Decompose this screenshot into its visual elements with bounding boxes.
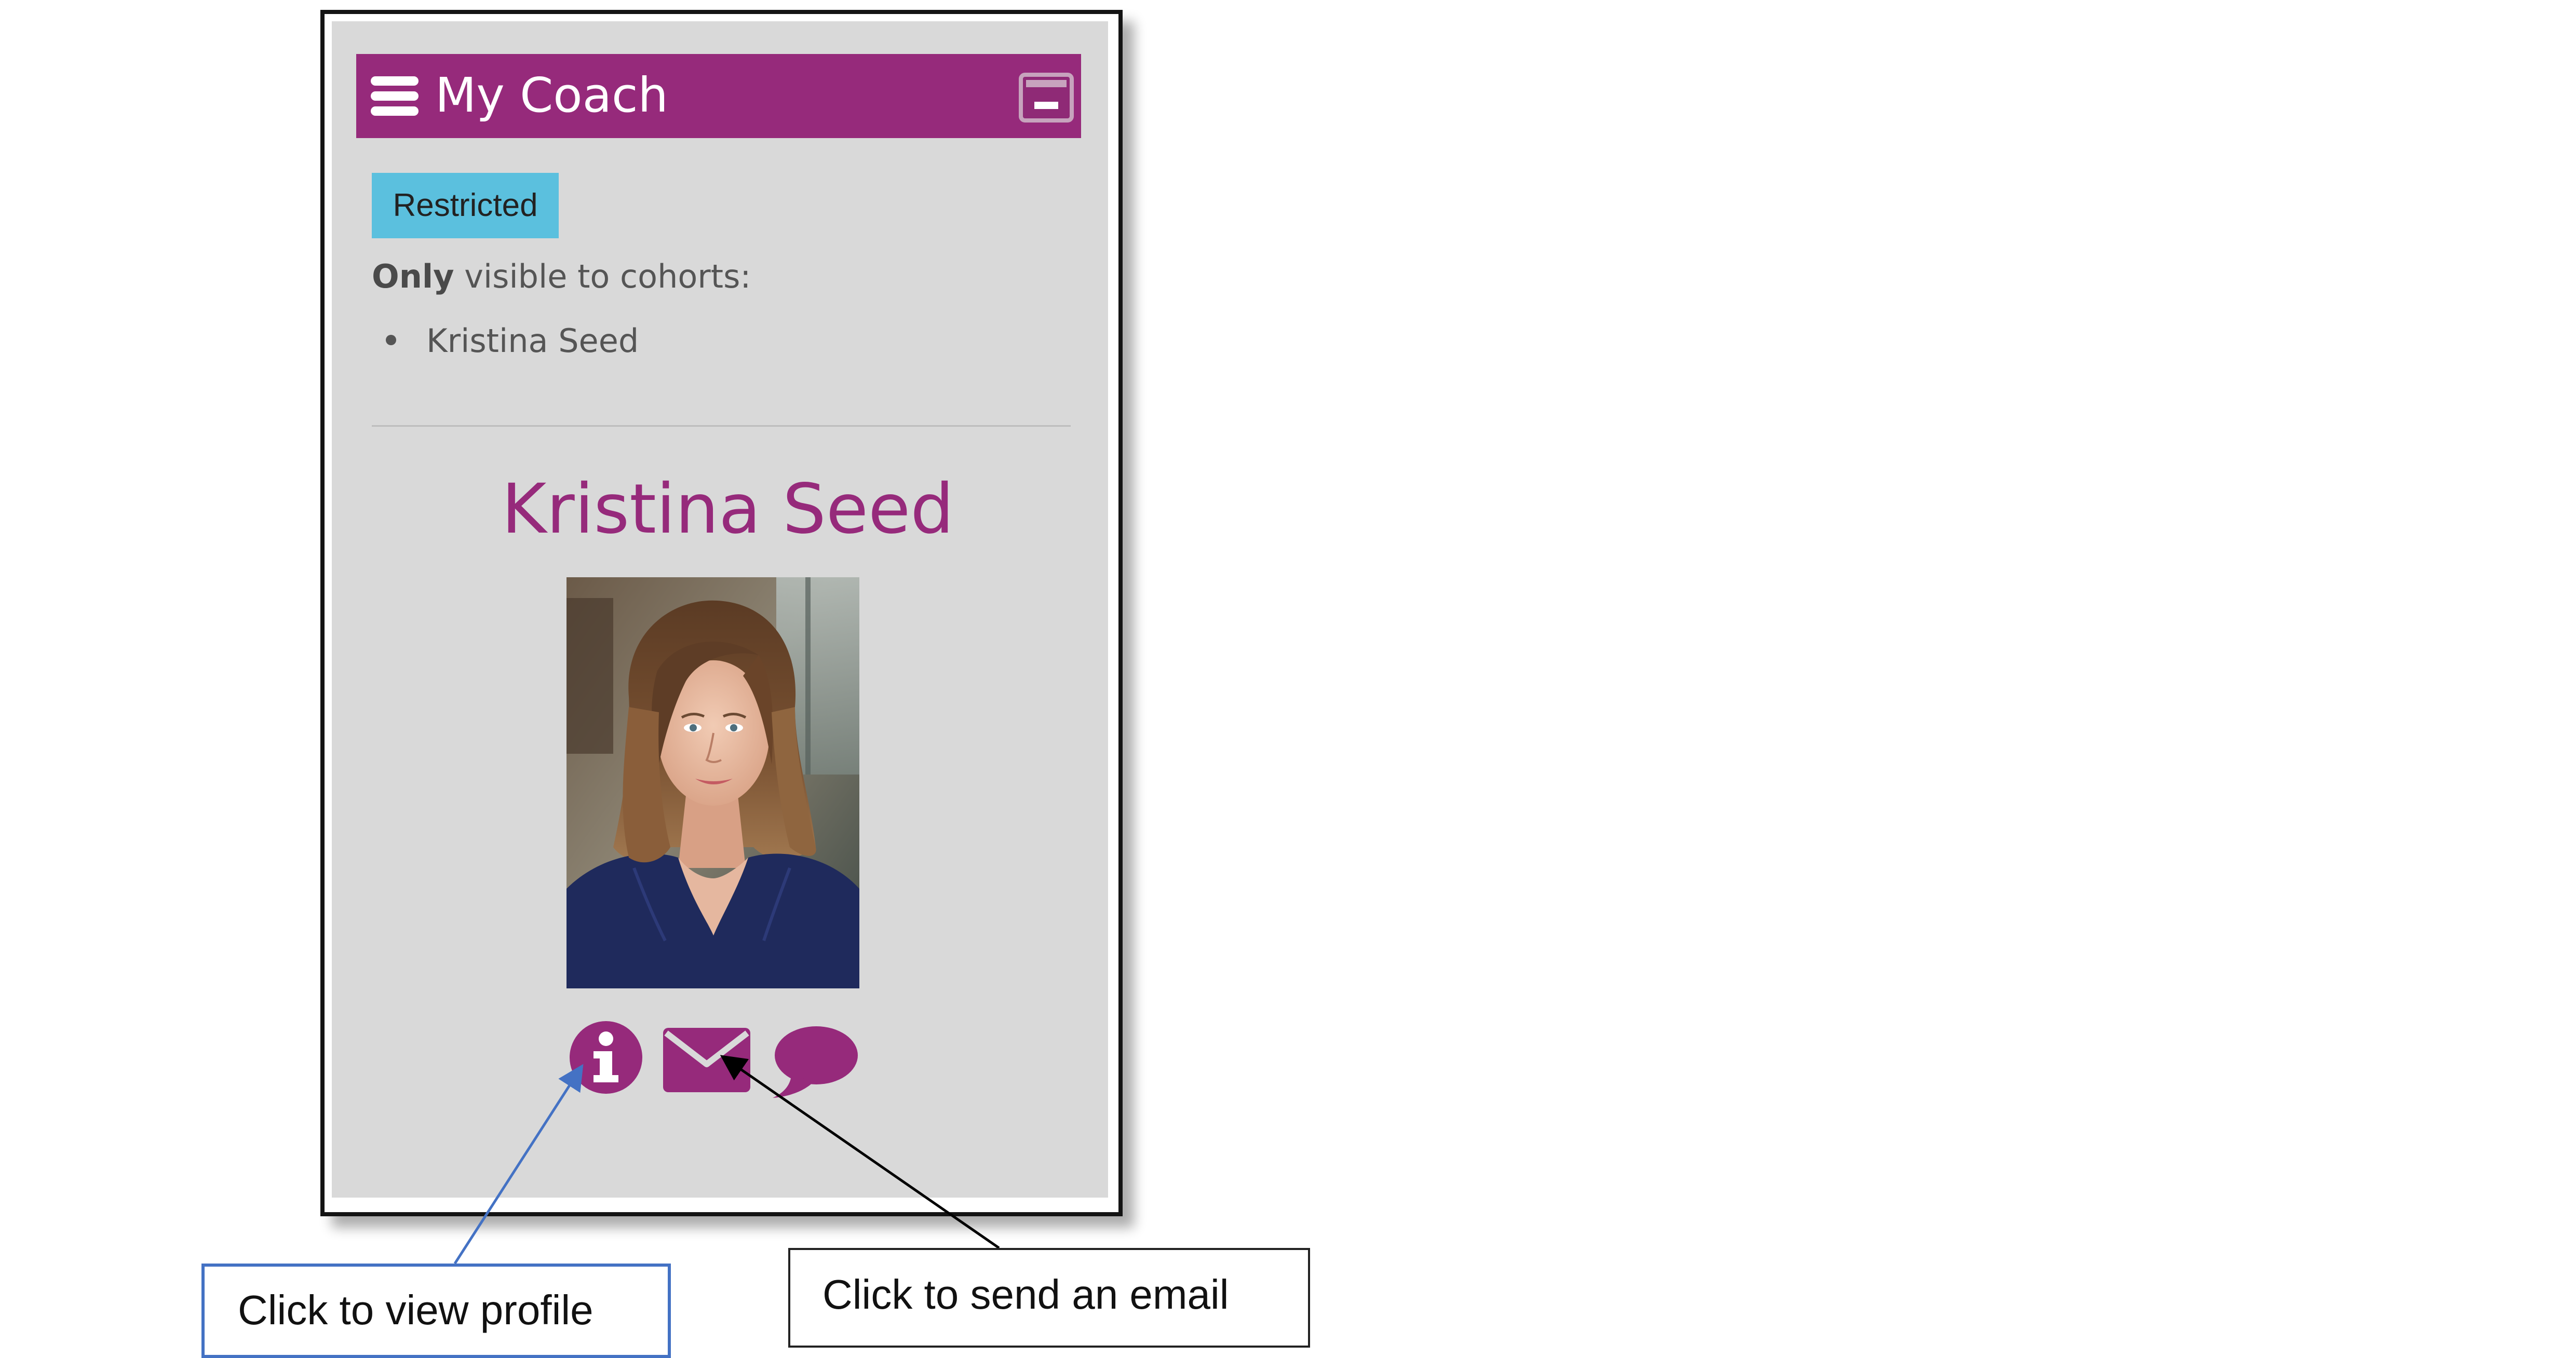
restricted-badge: Restricted bbox=[372, 173, 559, 238]
visibility-description: Only visible to cohorts: bbox=[372, 256, 751, 297]
info-icon[interactable] bbox=[569, 1020, 643, 1095]
hamburger-icon[interactable] bbox=[371, 76, 419, 116]
widget-header: My Coach bbox=[356, 54, 1081, 138]
profile-callout: Click to view profile bbox=[201, 1264, 671, 1358]
cohort-list-item: Kristina Seed bbox=[386, 320, 639, 362]
envelope-icon[interactable] bbox=[663, 1028, 750, 1092]
section-divider bbox=[372, 425, 1071, 427]
coach-photo bbox=[567, 577, 859, 988]
visibility-cohorts-label: visible to cohorts: bbox=[454, 257, 751, 295]
widget-title: My Coach bbox=[435, 67, 668, 123]
bullet-icon bbox=[386, 334, 396, 345]
visibility-only-label: Only bbox=[372, 257, 454, 295]
coach-name: Kristina Seed bbox=[501, 469, 954, 549]
chat-bubble-icon[interactable] bbox=[770, 1025, 859, 1099]
cohort-name: Kristina Seed bbox=[426, 322, 639, 360]
email-callout: Click to send an email bbox=[788, 1248, 1310, 1348]
minimize-icon[interactable] bbox=[1019, 73, 1074, 123]
